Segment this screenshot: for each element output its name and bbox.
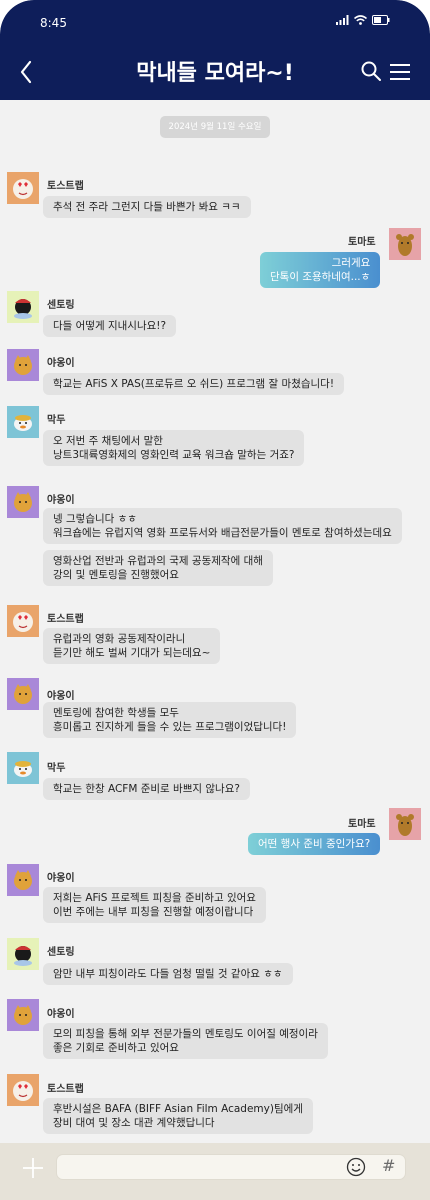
wifi-icon — [354, 15, 367, 25]
search-icon — [361, 61, 381, 81]
signal-icon — [336, 15, 349, 25]
avatar-makdu[interactable] — [7, 406, 39, 438]
status-icons — [336, 15, 390, 25]
chat-header: 8:45 막내들 모여라~! — [0, 0, 430, 100]
message-bubble[interactable]: 모의 피칭을 통해 외부 전문가들의 멘토링도 이어질 예정이라 좋은 기회로 … — [43, 1023, 328, 1059]
avatar-toastlab[interactable] — [7, 1074, 39, 1106]
sender-name: 토스트랩 — [47, 1084, 84, 1095]
sender-name: 토마토 — [348, 819, 376, 830]
date-separator: 2024년 9월 11일 수요일 — [160, 116, 270, 138]
avatar-tomato[interactable] — [389, 808, 421, 840]
sender-name: 막두 — [47, 763, 66, 774]
search-button[interactable] — [360, 60, 382, 82]
phone-screen: 8:45 막내들 모여라~! 2024년 9월 11일 수요일 토스트랩 추석 … — [0, 0, 430, 1200]
sender-name: 센토링 — [47, 947, 75, 958]
message-bubble[interactable]: 저희는 AFiS 프로젝트 피칭을 준비하고 있어요 이번 주에는 내부 피칭을… — [43, 887, 266, 923]
message-bubble[interactable]: 후반시설은 BAFA (BIFF Asian Film Academy)팀에게 … — [43, 1098, 313, 1134]
hashtag-button[interactable]: # — [382, 1156, 395, 1175]
message-bubble[interactable]: 암만 내부 피칭이라도 다들 엄청 떨릴 것 같아요 ㅎㅎ — [43, 963, 293, 985]
attach-button[interactable] — [22, 1157, 44, 1179]
battery-icon — [372, 15, 390, 25]
sender-name: 야옹이 — [47, 873, 75, 884]
avatar-tomato[interactable] — [389, 228, 421, 260]
sender-name: 막두 — [47, 415, 66, 426]
sender-name: 야옹이 — [47, 495, 75, 506]
message-bubble[interactable]: 추석 전 주라 그런지 다들 바쁜가 봐요 ㅋㅋ — [43, 196, 251, 218]
message-bubble[interactable]: 학교는 AFiS X PAS(프로듀르 오 쉬드) 프로그램 잘 마쳤습니다! — [43, 373, 345, 395]
sender-name: 센토링 — [47, 300, 75, 311]
sender-name: 토스트랩 — [47, 614, 84, 625]
avatar-yaongi[interactable] — [7, 349, 39, 381]
message-bubble[interactable]: 다들 어떻게 지내시나요!? — [43, 315, 177, 337]
avatar-centoring[interactable] — [7, 938, 39, 970]
my-message-bubble[interactable]: 그러게요 단톡이 조용하네여...ㅎ — [260, 252, 381, 288]
avatar-makdu[interactable] — [7, 752, 39, 784]
message-input-bar: # — [0, 1143, 430, 1200]
sender-name: 토마토 — [348, 237, 376, 248]
avatar-yaongi[interactable] — [7, 999, 39, 1031]
status-time: 8:45 — [40, 16, 67, 30]
sender-name: 야옹이 — [47, 1009, 75, 1020]
message-bubble[interactable]: 오 저번 주 채팅에서 말한 낭트3대륙영화제의 영화인력 교육 워크숍 말하는… — [43, 430, 305, 466]
message-bubble[interactable]: 멘토링에 참여한 학생들 모두 흥미롭고 진지하게 들을 수 있는 프로그램이었… — [43, 702, 297, 738]
avatar-yaongi[interactable] — [7, 486, 39, 518]
avatar-centoring[interactable] — [7, 291, 39, 323]
sender-name: 야옹이 — [47, 358, 75, 369]
message-bubble[interactable]: 영화산업 전반과 유럽과의 국제 공동제작에 대해 강의 및 멘토링을 진행했어… — [43, 550, 273, 586]
menu-button[interactable] — [388, 62, 412, 82]
my-message-bubble[interactable]: 어떤 행사 준비 중인가요? — [248, 833, 381, 855]
avatar-yaongi[interactable] — [7, 864, 39, 896]
hamburger-menu-icon — [390, 64, 410, 80]
plus-icon — [23, 1158, 43, 1178]
message-bubble[interactable]: 학교는 한창 ACFM 준비로 바쁘지 않나요? — [43, 778, 250, 800]
message-bubble[interactable]: 넹 그렇습니다 ㅎㅎ 워크숍에는 유럽지역 영화 프로듀서와 배급전문가들이 멘… — [43, 508, 402, 544]
smiley-icon — [346, 1157, 366, 1177]
chat-area[interactable]: 2024년 9월 11일 수요일 토스트랩 추석 전 주라 그런지 다들 바쁜가… — [0, 100, 430, 1143]
sender-name: 야옹이 — [47, 691, 75, 702]
avatar-yaongi[interactable] — [7, 678, 39, 710]
sender-name: 토스트랩 — [47, 181, 84, 192]
avatar-toastlab[interactable] — [7, 605, 39, 637]
avatar-toastlab[interactable] — [7, 172, 39, 204]
message-bubble[interactable]: 유럽과의 영화 공동제작이라니 듣기만 해도 벌써 기대가 되는데요~ — [43, 628, 221, 664]
emoji-button[interactable] — [346, 1157, 366, 1177]
